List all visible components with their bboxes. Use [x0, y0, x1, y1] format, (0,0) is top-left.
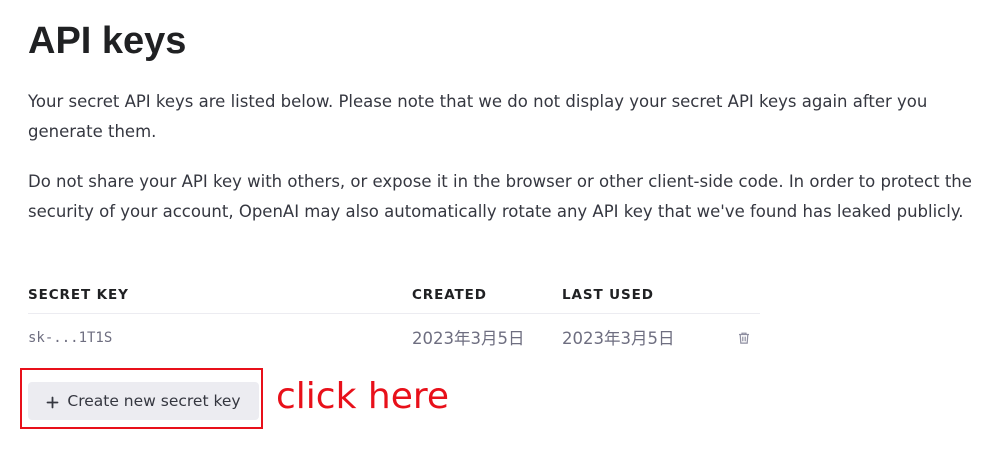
description-paragraph-1: Your secret API keys are listed below. P…	[28, 92, 928, 141]
created-date: 2023年3月5日	[412, 329, 525, 348]
secret-key-value: sk-...1T1S	[28, 330, 113, 346]
column-header-created: CREATED	[412, 287, 487, 303]
click-here-annotation: click here	[276, 376, 450, 417]
column-header-last-used: LAST USED	[562, 287, 654, 303]
description-paragraph-2: Do not share your API key with others, o…	[28, 172, 972, 221]
last-used-date: 2023年3月5日	[562, 329, 675, 348]
api-keys-table: SECRET KEY CREATED LAST USED sk-...1T1S …	[28, 279, 760, 360]
highlight-annotation-box	[20, 368, 263, 429]
table-header: SECRET KEY CREATED LAST USED	[28, 279, 760, 314]
page-title: API keys	[28, 20, 187, 62]
column-header-secret-key: SECRET KEY	[28, 287, 129, 303]
trash-icon[interactable]	[737, 330, 751, 344]
table-row: sk-...1T1S 2023年3月5日 2023年3月5日	[28, 314, 760, 360]
